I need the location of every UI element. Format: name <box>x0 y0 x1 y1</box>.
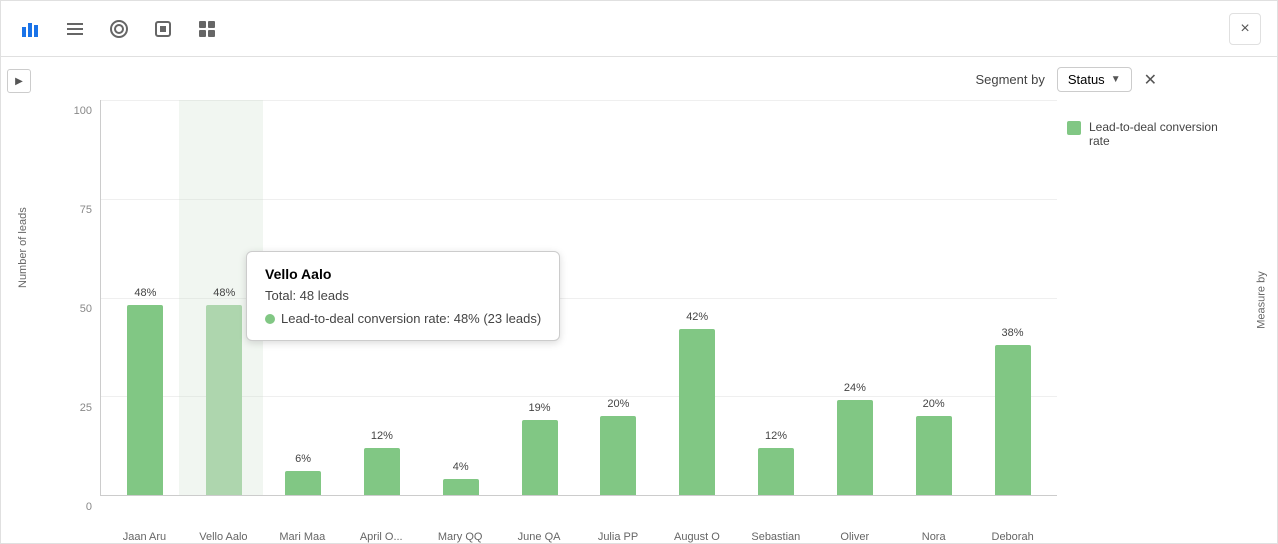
x-axis-label: Jaan Aru <box>105 526 184 543</box>
x-axis-label: April O... <box>342 526 421 543</box>
bar-pct-label: 42% <box>686 311 708 323</box>
bar-marimaa[interactable]: 6% <box>285 471 321 495</box>
bar-augusto[interactable]: 42% <box>679 329 715 495</box>
bar-group: 20% <box>579 100 658 495</box>
x-axis-label: June QA <box>500 526 579 543</box>
bar-pct-label: 19% <box>529 402 551 414</box>
bar-sebastian[interactable]: 12% <box>758 448 794 495</box>
square-icon[interactable] <box>149 15 177 43</box>
bar-group: 42% <box>658 100 737 495</box>
chart-area: ▶ Number of leads Segment by Status ▼ ✕ … <box>1 57 1277 543</box>
bar-group: 4% <box>421 100 500 495</box>
chart-wrapper: 100 75 50 25 0 <box>55 100 1237 543</box>
bar-group: 48% <box>106 100 185 495</box>
bar-pct-label: 12% <box>765 430 787 442</box>
bars-area: 48% 48% 6% 12% 4% 19% 20% 42% 12% 24% 20% 38% <box>100 100 1057 496</box>
bar-group: 48% <box>185 100 264 495</box>
bar-pct-label: 20% <box>607 398 629 410</box>
bar-group: 12% <box>342 100 421 495</box>
bar-group: 20% <box>894 100 973 495</box>
toolbar: × <box>1 1 1277 57</box>
x-labels: Jaan AruVello AaloMari MaaApril O...Mary… <box>100 526 1057 543</box>
close-button[interactable]: × <box>1229 13 1261 45</box>
grid-icon[interactable] <box>193 15 221 43</box>
y-tick-100: 100 <box>74 105 92 117</box>
x-axis-label: Julia PP <box>579 526 658 543</box>
segment-clear-button[interactable]: ✕ <box>1144 70 1157 90</box>
x-axis-label: Deborah <box>973 526 1052 543</box>
x-axis-label: Mari Maa <box>263 526 342 543</box>
chart-content: Segment by Status ▼ ✕ 100 75 50 25 0 <box>45 57 1247 543</box>
donut-icon[interactable] <box>105 15 133 43</box>
x-axis-label: Mary QQ <box>421 526 500 543</box>
y-axis-label-container: ▶ Number of leads <box>1 57 45 543</box>
segment-select[interactable]: Status ▼ <box>1057 67 1132 92</box>
y-tick-75: 75 <box>80 204 92 216</box>
toolbar-left <box>17 15 221 43</box>
bar-pct-label: 24% <box>844 382 866 394</box>
y-axis: 100 75 50 25 0 <box>55 100 100 543</box>
bar-velloaalo[interactable]: 48% <box>206 305 242 495</box>
bar-group: 6% <box>264 100 343 495</box>
legend-area: Lead-to-deal conversion rate <box>1057 100 1237 543</box>
legend-color-swatch <box>1067 121 1081 135</box>
bar-pct-label: 12% <box>371 430 393 442</box>
bar-pct-label: 48% <box>134 287 156 299</box>
dropdown-arrow-icon: ▼ <box>1111 74 1121 85</box>
bar-oliver[interactable]: 24% <box>837 400 873 495</box>
x-axis-label: August O <box>657 526 736 543</box>
bar-maryqq[interactable]: 4% <box>443 479 479 495</box>
bar-pct-label: 20% <box>923 398 945 410</box>
bar-chart-icon[interactable] <box>17 15 45 43</box>
y-tick-50: 50 <box>80 303 92 315</box>
bar-group: 38% <box>973 100 1052 495</box>
bar-pct-label: 4% <box>453 461 469 473</box>
segment-by-label: Segment by <box>975 72 1044 87</box>
bar-pct-label: 6% <box>295 453 311 465</box>
y-axis-label: Number of leads <box>17 208 29 288</box>
bar-nora[interactable]: 20% <box>916 416 952 495</box>
x-axis-label: Sebastian <box>736 526 815 543</box>
bar-juneqa[interactable]: 19% <box>522 420 558 495</box>
bar-group: 12% <box>737 100 816 495</box>
bars-container: 48% 48% 6% 12% 4% 19% 20% 42% 12% 24% 20% 38% <box>101 100 1057 495</box>
bar-juliapp[interactable]: 20% <box>600 416 636 495</box>
bars-and-labels: 48% 48% 6% 12% 4% 19% 20% 42% 12% 24% 20% 38% Jaan … <box>100 100 1057 543</box>
bar-pct-label: 48% <box>213 287 235 299</box>
y-tick-25: 25 <box>80 402 92 414</box>
main-container: × ▶ Number of leads Segment by Status ▼ … <box>0 0 1278 544</box>
expand-button[interactable]: ▶ <box>7 69 31 93</box>
x-axis-label: Oliver <box>815 526 894 543</box>
legend-item: Lead-to-deal conversion rate <box>1067 120 1227 148</box>
bar-group: 19% <box>500 100 579 495</box>
segment-value: Status <box>1068 72 1105 87</box>
measure-label-container: Measure by <box>1247 57 1277 543</box>
legend-label: Lead-to-deal conversion rate <box>1089 120 1227 148</box>
segment-controls: Segment by Status ▼ ✕ <box>55 67 1237 100</box>
bar-jaanaru[interactable]: 48% <box>127 305 163 495</box>
list-icon[interactable] <box>61 15 89 43</box>
x-axis-label: Nora <box>894 526 973 543</box>
x-axis-label: Vello Aalo <box>184 526 263 543</box>
bar-pct-label: 38% <box>1002 327 1024 339</box>
bar-aprilo...[interactable]: 12% <box>364 448 400 495</box>
bar-group: 24% <box>815 100 894 495</box>
y-tick-0: 0 <box>86 501 92 513</box>
bar-deborah[interactable]: 38% <box>995 345 1031 495</box>
measure-label: Measure by <box>1256 271 1268 328</box>
